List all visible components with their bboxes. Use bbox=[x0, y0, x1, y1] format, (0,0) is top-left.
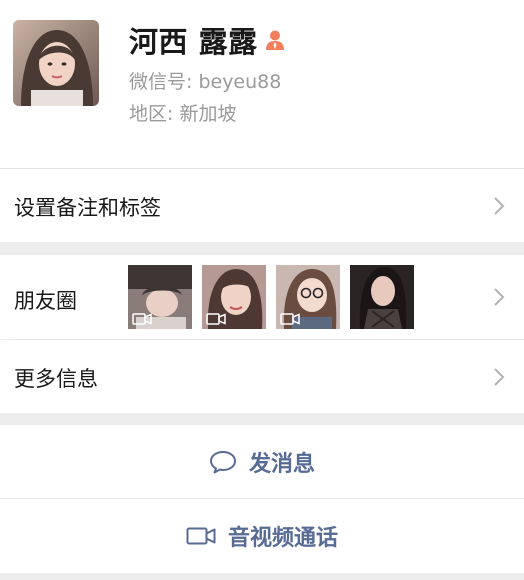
chevron-right-icon bbox=[494, 197, 505, 215]
send-message-label: 发消息 bbox=[248, 451, 315, 477]
video-call-label: 音视频通话 bbox=[227, 526, 338, 551]
profile-header: 河西 露露 微信号: beyeu88 地区: 新加坡 bbox=[0, 0, 524, 168]
video-camera-icon bbox=[206, 313, 226, 325]
more-info-row[interactable]: 更多信息 bbox=[0, 340, 524, 413]
video-camera-icon bbox=[280, 313, 300, 325]
avatar[interactable] bbox=[13, 20, 99, 106]
chevron-right-icon bbox=[494, 288, 505, 306]
female-person-icon bbox=[265, 30, 284, 50]
chevron-right-icon bbox=[494, 368, 505, 386]
send-message-button[interactable]: 发消息 bbox=[0, 425, 524, 498]
moments-thumbnail[interactable] bbox=[128, 265, 192, 329]
region: 地区: 新加坡 bbox=[129, 103, 237, 125]
chat-bubble-icon bbox=[209, 450, 236, 473]
remark-tags-label: 设置备注和标签 bbox=[14, 196, 161, 220]
moments-row[interactable]: 朋友圈 bbox=[0, 255, 524, 339]
display-name: 河西 露露 bbox=[129, 25, 258, 59]
moments-thumbnail[interactable] bbox=[276, 265, 340, 329]
video-camera-icon bbox=[132, 313, 152, 325]
more-info-label: 更多信息 bbox=[14, 367, 98, 391]
video-camera-icon bbox=[186, 527, 216, 545]
remark-tags-row[interactable]: 设置备注和标签 bbox=[0, 169, 524, 242]
moments-thumbnail[interactable] bbox=[202, 265, 266, 329]
wechat-id: 微信号: beyeu88 bbox=[129, 71, 282, 93]
name-row: 河西 露露 bbox=[129, 22, 286, 59]
video-call-button[interactable]: 音视频通话 bbox=[0, 499, 524, 573]
moments-label: 朋友圈 bbox=[14, 289, 77, 313]
moments-thumbnail[interactable] bbox=[350, 265, 414, 329]
